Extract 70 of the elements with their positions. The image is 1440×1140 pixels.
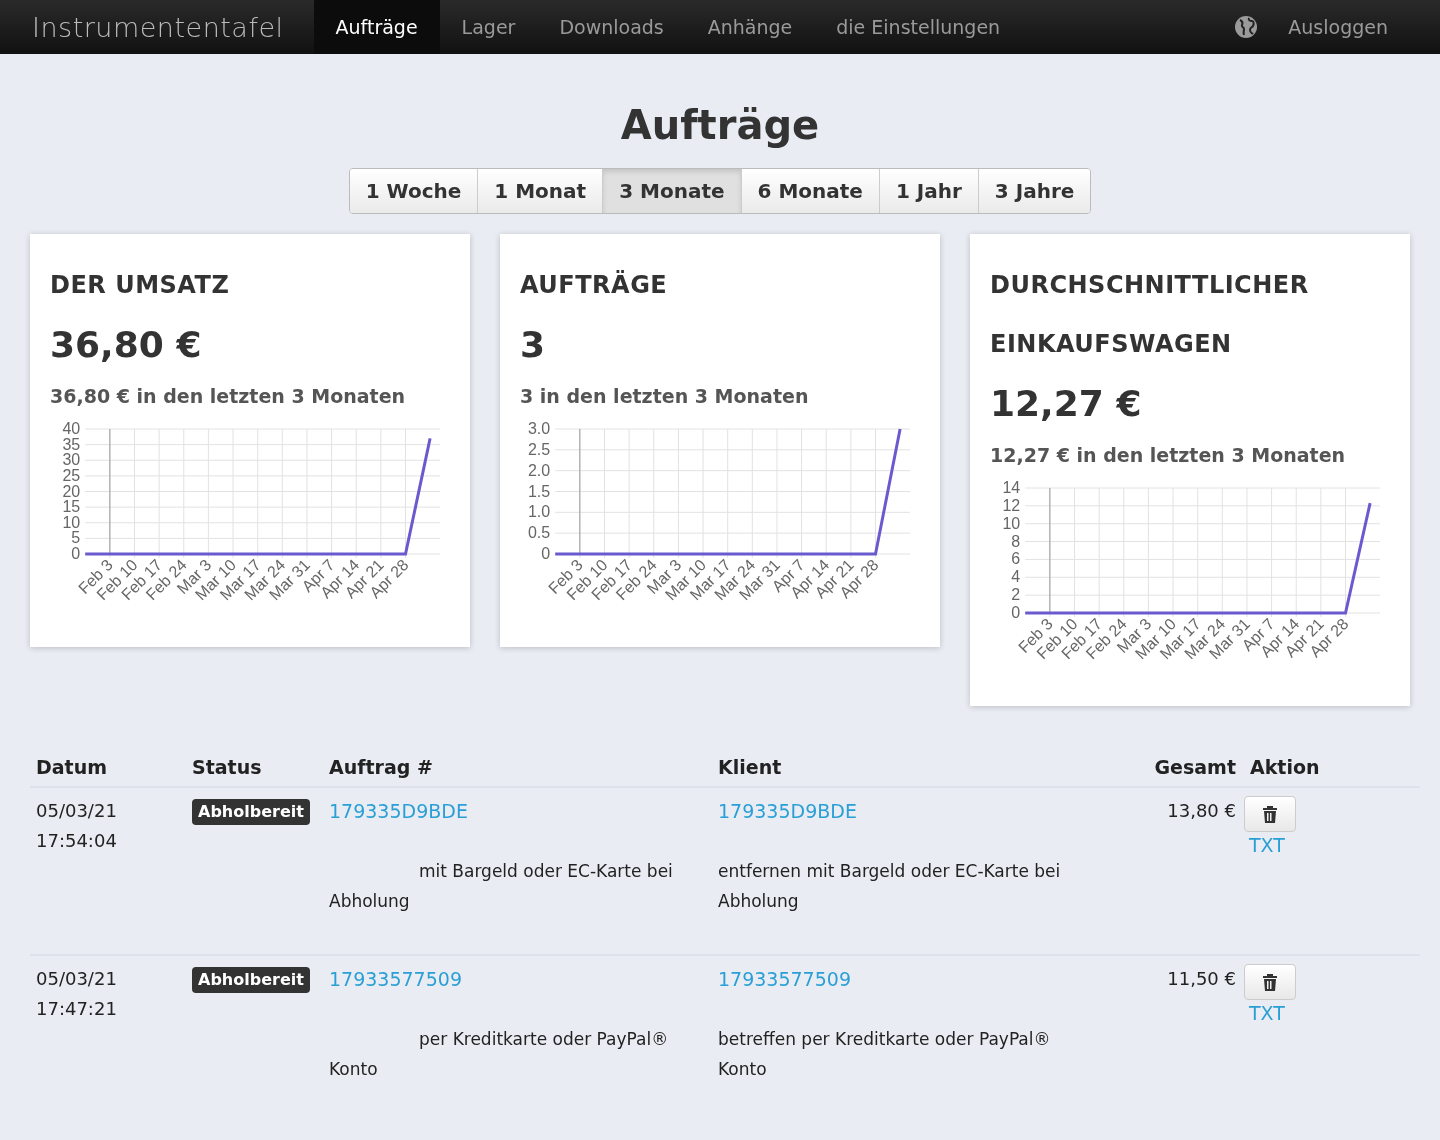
card-title: DURCHSCHNITTLICHER EINKAUFSWAGEN xyxy=(990,270,1310,360)
axis-tick-label: 4 xyxy=(1011,568,1021,586)
axis-tick-label: 3.0 xyxy=(527,421,551,437)
client-note: entfernen mit Bargeld oder EC-Karte bei Abholung xyxy=(718,860,1062,913)
column-header: Klient xyxy=(718,756,783,778)
payment-note: mit Bargeld oder EC-Karte bei Abholung xyxy=(329,860,674,913)
nav-link[interactable]: die Einstellungen xyxy=(814,0,1023,54)
status-badge: Abholbereit xyxy=(192,799,310,825)
date-text: 05/03/21 xyxy=(36,967,118,991)
axis-tick-label: 1.5 xyxy=(527,482,551,500)
column-header: Datum xyxy=(36,756,108,778)
date-text: 05/03/21 xyxy=(36,799,118,823)
stat-subtitle: 3 in den letzten 3 Monaten xyxy=(520,385,810,407)
range-tab[interactable]: 1 Woche xyxy=(349,169,478,213)
column-header: Status xyxy=(192,756,263,778)
column-header: Gesamt xyxy=(1153,756,1236,778)
nav-link[interactable]: Lager xyxy=(439,0,538,54)
time-text: 17:54:04 xyxy=(36,829,118,853)
delete-button[interactable] xyxy=(1244,796,1296,832)
stat-subtitle: 36,80 € in den letzten 3 Monaten xyxy=(50,385,407,407)
range-tab[interactable]: 1 Jahr xyxy=(878,169,978,213)
axis-tick-label: 15 xyxy=(62,498,81,516)
logout-link[interactable]: Ausloggen xyxy=(1288,0,1440,54)
trash-icon xyxy=(1262,805,1278,823)
total-amount: 11,50 € xyxy=(1166,967,1236,991)
axis-tick-label: 10 xyxy=(62,513,81,531)
axis-tick-label: 10 xyxy=(1002,514,1021,532)
range-tab[interactable]: 3 Monate xyxy=(602,169,741,213)
nav-link[interactable]: Anhänge xyxy=(685,0,815,54)
delete-button[interactable] xyxy=(1244,964,1296,1000)
range-tab[interactable]: 1 Monat xyxy=(477,169,603,213)
card-title: AUFTRÄGE xyxy=(520,269,669,301)
stat-value: 3 xyxy=(520,323,547,367)
status-badge: Abholbereit xyxy=(192,967,310,993)
nav-link[interactable]: Aufträge xyxy=(313,0,440,54)
axis-tick-label: 6 xyxy=(1011,550,1021,568)
stat-value: 12,27 € xyxy=(990,382,1143,426)
card-title: DER UMSATZ xyxy=(50,270,231,301)
axis-tick-label: 2.0 xyxy=(527,461,551,479)
axis-tick-label: 12 xyxy=(1002,496,1021,514)
trash-icon xyxy=(1262,973,1278,991)
axis-tick-label: 0 xyxy=(71,545,81,562)
axis-tick-label: 0 xyxy=(541,545,551,562)
page-title: Aufträge xyxy=(619,102,821,148)
axis-tick-label: 0 xyxy=(1011,604,1021,621)
axis-tick-label: 2.5 xyxy=(527,440,551,458)
axis-tick-label: 1.0 xyxy=(527,503,551,521)
payment-note: per Kreditkarte oder PayPal® Konto xyxy=(329,1028,670,1081)
axis-tick-label: 0.5 xyxy=(527,524,551,542)
column-header: Aktion xyxy=(1249,756,1321,778)
axis-tick-label: 8 xyxy=(1011,532,1021,550)
axis-tick-label: 5 xyxy=(71,529,81,547)
axis-tick-label: 35 xyxy=(62,435,81,453)
axis-tick-label: 25 xyxy=(62,466,81,484)
globe-icon[interactable] xyxy=(1234,15,1259,39)
column-header: Auftrag # xyxy=(329,756,434,778)
nav-link[interactable]: Downloads xyxy=(537,0,686,54)
axis-tick-label: 30 xyxy=(62,451,81,469)
axis-tick-label: 2 xyxy=(1011,586,1021,604)
stat-value: 36,80 € xyxy=(50,323,203,367)
axis-tick-label: 40 xyxy=(62,421,81,437)
time-text: 17:47:21 xyxy=(36,997,118,1021)
stat-subtitle: 12,27 € in den letzten 3 Monaten xyxy=(990,444,1347,466)
range-tab[interactable]: 6 Monate xyxy=(740,169,879,213)
brand-title[interactable]: Instrumententafel xyxy=(0,0,314,54)
client-note: betreffen per Kreditkarte oder PayPal® Konto xyxy=(718,1028,1052,1081)
total-amount: 13,80 € xyxy=(1166,799,1236,823)
axis-tick-label: 20 xyxy=(62,482,81,500)
range-tab[interactable]: 3 Jahre xyxy=(977,169,1091,213)
axis-tick-label: 14 xyxy=(1002,480,1021,496)
